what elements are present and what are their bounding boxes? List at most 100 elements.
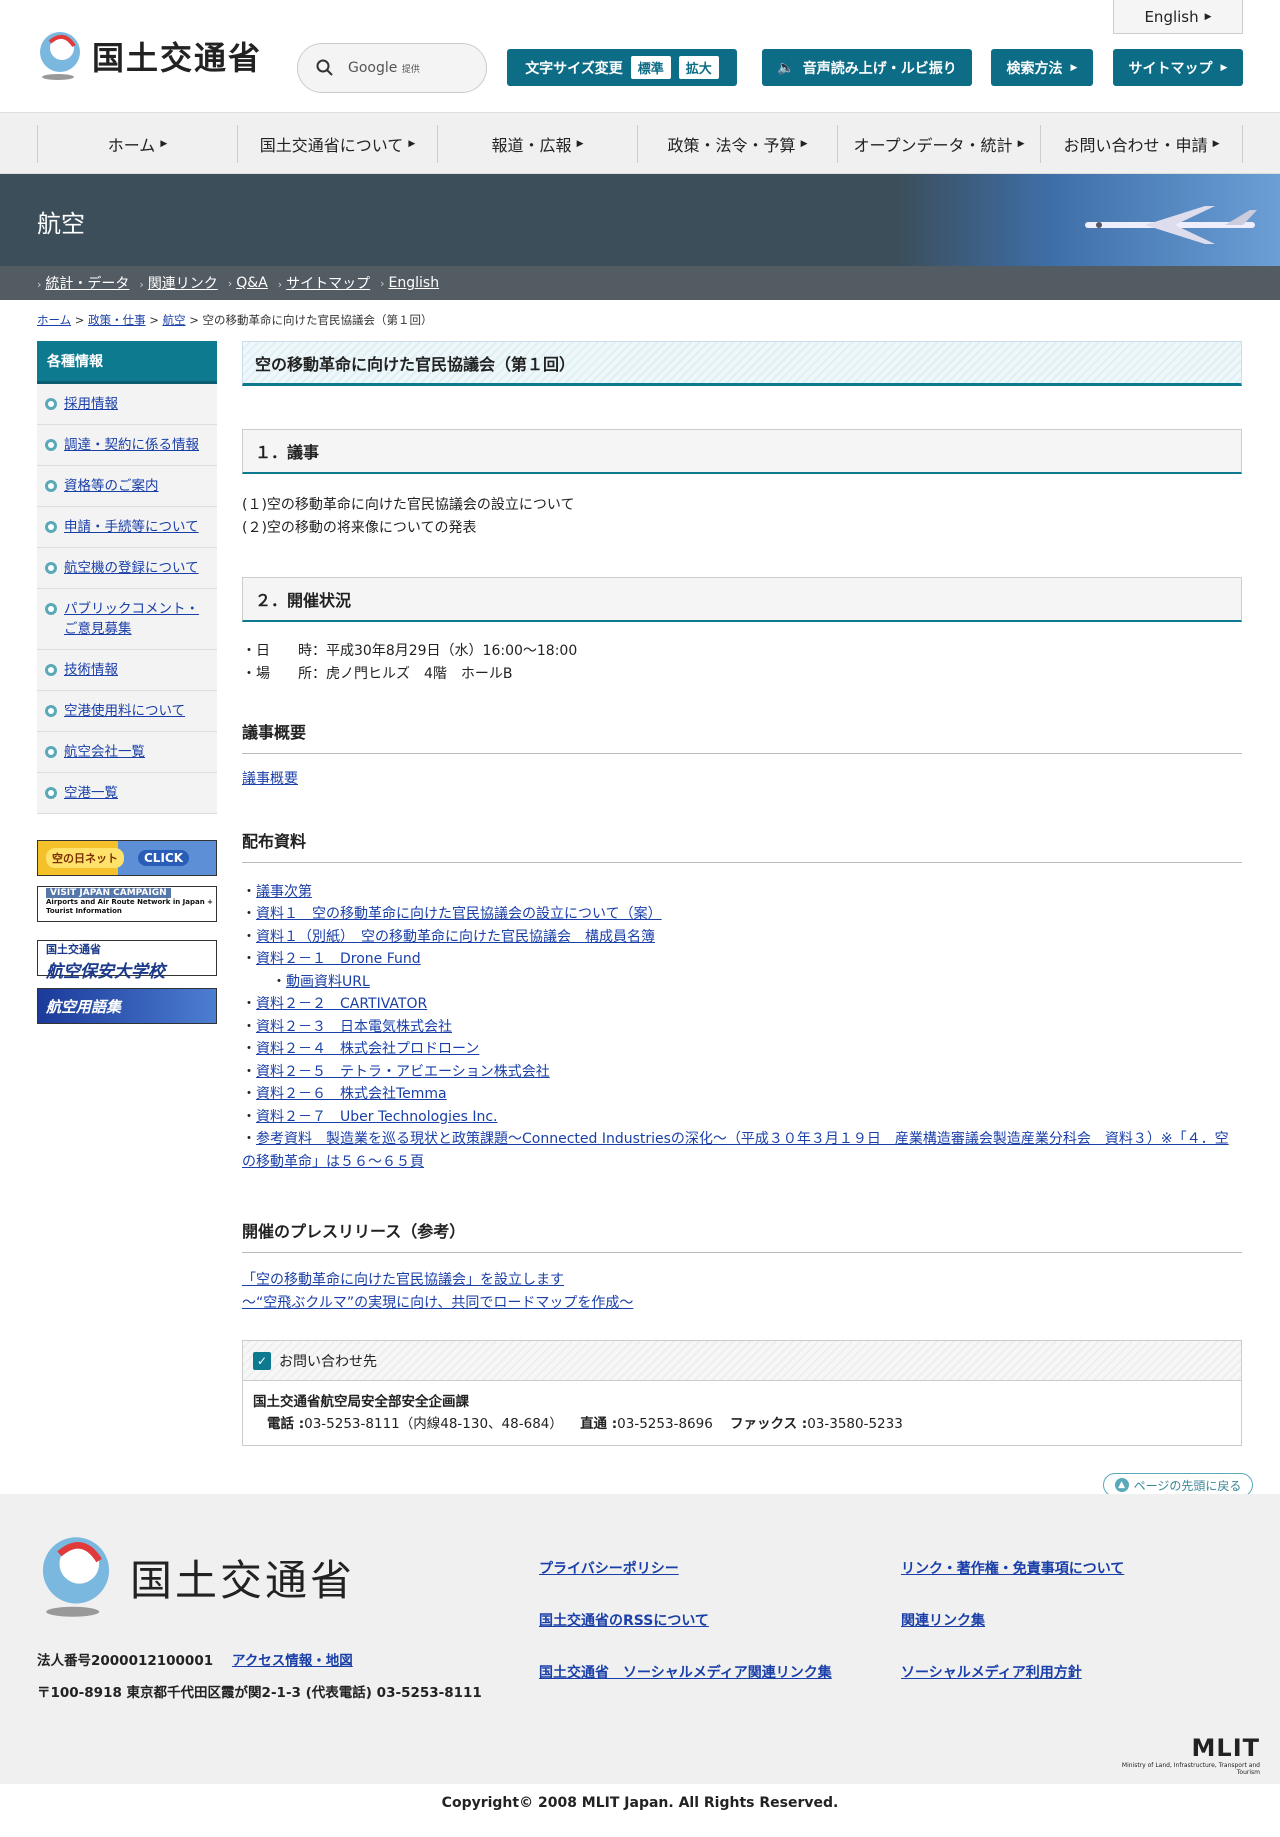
footer-link-copyright[interactable]: リンク・著作権・免責事項について	[901, 1558, 1124, 1578]
material-link[interactable]: 議事次第	[256, 884, 312, 900]
gnav-press[interactable]: 報道・広報 ▶	[437, 125, 637, 163]
mlit-wordmark: MLIT	[1191, 1734, 1260, 1762]
press-links: 「空の移動革命に向けた官民協議会」を設立します ～“空飛ぶクルマ”の実現に向け、…	[242, 1269, 1242, 1314]
sidebar-item[interactable]: 空港使用料について	[37, 691, 217, 732]
speech-ruby-button[interactable]: 🔈 音声読み上げ・ルビ振り	[762, 49, 972, 86]
sidebar-link[interactable]: 申請・手続等について	[64, 519, 199, 535]
subnav-links[interactable]: 関連リンク	[148, 276, 218, 292]
contact-body: 国土交通省航空局安全部安全企画課 電話 :03-5253-8111（内線48-1…	[243, 1381, 1241, 1445]
subnav-sitemap[interactable]: サイトマップ	[286, 276, 370, 292]
footer-link-privacy[interactable]: プライバシーポリシー	[539, 1558, 679, 1578]
sidebar-item[interactable]: 航空機の登録について	[37, 548, 217, 589]
sidebar-link[interactable]: 技術情報	[64, 662, 118, 678]
mlit-logo[interactable]: 国土交通省	[36, 30, 262, 82]
tel-label: 電話 :	[267, 1416, 305, 1432]
summary-link[interactable]: 議事概要	[242, 771, 298, 787]
material-link[interactable]: 資料１ 空の移動革命に向けた官民協議会の設立について（案）	[256, 906, 662, 922]
sidebar-heading: 各種情報	[37, 341, 217, 384]
subnav-stats[interactable]: 統計・データ	[45, 276, 129, 292]
sidebar-link[interactable]: 資格等のご案内	[64, 478, 159, 494]
footer-logo[interactable]: 国土交通省	[36, 1534, 355, 1620]
footer-link-related[interactable]: 関連リンク集	[901, 1610, 985, 1630]
footer-link-social-policy[interactable]: ソーシャルメディア利用方針	[901, 1662, 1082, 1682]
list-item: 動画資料URL	[242, 971, 1242, 994]
subnav-qa[interactable]: Q&A	[236, 275, 268, 291]
sidebar-link[interactable]: パブリックコメント・ご意見募集	[64, 601, 199, 637]
sidebar-link[interactable]: 空港使用料について	[64, 703, 185, 719]
font-standard-button[interactable]: 標準	[630, 56, 671, 79]
agenda-line: (２)空の移動の将来像についての発表	[242, 519, 477, 536]
sidebar-item[interactable]: 空港一覧	[37, 773, 217, 814]
press-heading: 開催のプレスリリース（参考）	[242, 1218, 1242, 1253]
footer-link-social[interactable]: 国土交通省 ソーシャルメディア関連リンク集	[539, 1662, 832, 1682]
banner-label: 航空用語集	[46, 997, 122, 1016]
sidebar-item[interactable]: 採用情報	[37, 384, 217, 425]
subnav-english[interactable]: English	[389, 275, 440, 291]
material-link[interactable]: 資料２－６ 株式会社Temma	[256, 1086, 447, 1102]
footer-site-name: 国土交通省	[130, 1555, 356, 1605]
aviation-glossary-banner[interactable]: 航空用語集	[37, 988, 217, 1024]
list-item: 資料１（別紙） 空の移動革命に向けた官民協議会 構成員名簿	[242, 926, 1242, 949]
search-method-button[interactable]: 検索方法 ▶	[991, 49, 1093, 86]
material-link[interactable]: 資料２－３ 日本電気株式会社	[256, 1019, 452, 1035]
list-item: 議事次第	[242, 881, 1242, 904]
sidebar-item[interactable]: 調達・契約に係る情報	[37, 425, 217, 466]
speech-label: 音声読み上げ・ルビ振り	[802, 60, 957, 77]
list-item: 資料１ 空の移動革命に向けた官民協議会の設立について（案）	[242, 903, 1242, 926]
tel-value: 03-5253-8111（内線48-130、48-684）	[304, 1416, 563, 1432]
sidebar-item[interactable]: 申請・手続等について	[37, 507, 217, 548]
material-link[interactable]: 資料２－２ CARTIVATOR	[256, 996, 427, 1012]
materials-list: 議事次第 資料１ 空の移動革命に向けた官民協議会の設立について（案） 資料１（別…	[242, 881, 1242, 1174]
material-link[interactable]: 資料１（別紙） 空の移動革命に向けた官民協議会 構成員名簿	[256, 929, 655, 945]
gnav-opendata[interactable]: オープンデータ・統計 ▶	[837, 125, 1040, 163]
access-link[interactable]: アクセス情報・地図	[232, 1653, 353, 1669]
sora-no-hi-banner[interactable]: 空の日ネット CLICK	[37, 840, 217, 876]
google-search-box[interactable]: Google 提供	[297, 43, 487, 93]
banner-label: VISIT JAPAN CAMPAIGN	[46, 888, 171, 898]
list-item: 資料２－６ 株式会社Temma	[242, 1083, 1242, 1106]
breadcrumb: ホーム > 政策・仕事 > 航空 > 空の移動革命に向けた官民協議会（第１回）	[37, 313, 433, 327]
page-title: 空の移動革命に向けた官民協議会（第１回）	[242, 341, 1242, 386]
breadcrumb-aviation[interactable]: 航空	[163, 313, 186, 327]
sidebar-link[interactable]: 調達・契約に係る情報	[64, 437, 199, 453]
sidebar-item[interactable]: 技術情報	[37, 650, 217, 691]
gnav-about[interactable]: 国土交通省について ▶	[237, 125, 437, 163]
material-link[interactable]: 資料２－１ Drone Fund	[256, 951, 421, 967]
list-item: 資料２－１ Drone Fund	[242, 948, 1242, 971]
phone-icon: ✓	[253, 1351, 271, 1370]
gnav-policy[interactable]: 政策・法令・予算 ▶	[637, 125, 837, 163]
sidebar-link[interactable]: 航空機の登録について	[64, 560, 199, 576]
material-link[interactable]: 動画資料URL	[286, 974, 370, 990]
list-item: 資料２－２ CARTIVATOR	[242, 993, 1242, 1016]
visit-japan-banner[interactable]: VISIT JAPAN CAMPAIGN Airports and Air Ro…	[37, 886, 217, 922]
banner-sub: 航空保安大学校	[46, 962, 165, 982]
summary-heading: 議事概要	[242, 719, 1242, 754]
copyright: Copyright© 2008 MLIT Japan. All Rights R…	[441, 1795, 839, 1811]
sitemap-button[interactable]: サイトマップ ▶	[1113, 49, 1243, 86]
arrow-up-icon: ▲	[1114, 1478, 1129, 1492]
font-large-button[interactable]: 拡大	[678, 56, 719, 79]
sidebar-item[interactable]: 資格等のご案内	[37, 466, 217, 507]
sidebar-link[interactable]: 空港一覧	[64, 785, 118, 801]
sidebar-link[interactable]: 採用情報	[64, 396, 118, 412]
aviation-safety-college-banner[interactable]: 国土交通省 航空保安大学校	[37, 940, 217, 982]
list-item: 資料２－５ テトラ・アビエーション株式会社	[242, 1061, 1242, 1084]
gnav-contact[interactable]: お問い合わせ・申請 ▶	[1040, 125, 1243, 163]
gnav-home[interactable]: ホーム ▶	[37, 125, 237, 163]
triangle-right-icon: ▶	[800, 139, 808, 149]
sidebar-item[interactable]: 航空会社一覧	[37, 732, 217, 773]
material-link[interactable]: 資料２－５ テトラ・アビエーション株式会社	[256, 1064, 550, 1080]
breadcrumb-policy[interactable]: 政策・仕事	[88, 313, 146, 327]
footer-link-rss[interactable]: 国土交通省のRSSについて	[539, 1610, 709, 1630]
material-link[interactable]: 参考資料 製造業を巡る現状と政策課題～Connected Industriesの…	[242, 1131, 1229, 1170]
press-release-link[interactable]: ～“空飛ぶクルマ”の実現に向け、共同でロードマップを作成～	[242, 1295, 633, 1311]
breadcrumb-home[interactable]: ホーム	[37, 313, 71, 327]
sidebar-link[interactable]: 航空会社一覧	[64, 744, 145, 760]
english-button[interactable]: English ▶	[1113, 0, 1243, 34]
material-link[interactable]: 資料２－４ 株式会社プロドローン	[256, 1041, 479, 1057]
material-link[interactable]: 資料２－７ Uber Technologies Inc.	[256, 1109, 498, 1125]
sidebar-item[interactable]: パブリックコメント・ご意見募集	[37, 589, 217, 650]
triangle-right-icon: ▶	[1212, 139, 1220, 149]
press-release-link[interactable]: 「空の移動革命に向けた官民協議会」を設立します	[242, 1272, 564, 1288]
mlit-logo-icon	[42, 1537, 110, 1617]
